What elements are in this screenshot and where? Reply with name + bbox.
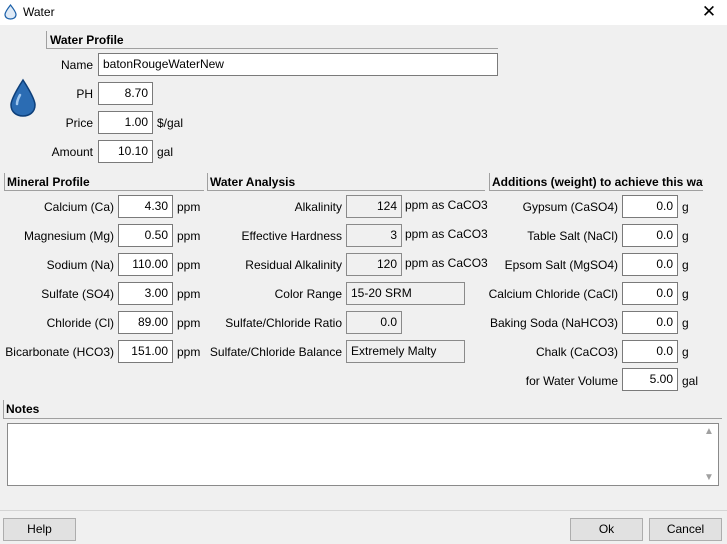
residual-alkalinity-label: Residual Alkalinity <box>245 258 342 272</box>
calcium-unit: ppm <box>177 200 201 214</box>
ph-input[interactable]: 8.70 <box>98 82 153 105</box>
sodium-input[interactable]: 110.00 <box>118 253 173 276</box>
water-drop-icon <box>4 4 17 20</box>
additions-divider <box>489 190 703 191</box>
water-profile-header: Water Profile <box>50 33 124 47</box>
amount-unit: gal <box>157 145 174 159</box>
table-salt-label: Table Salt (NaCl) <box>527 229 618 243</box>
bicarbonate-label: Bicarbonate (HCO3) <box>5 345 114 359</box>
sulfate-chloride-balance-value: Extremely Malty <box>346 340 465 363</box>
epsom-salt-input[interactable]: 0.0 <box>622 253 678 276</box>
alkalinity-label: Alkalinity <box>294 200 342 214</box>
calcium-input[interactable]: 4.30 <box>118 195 173 218</box>
water-volume-unit: gal <box>682 374 699 388</box>
residual-alkalinity-unit: ppm as CaCO3 <box>405 256 488 270</box>
sulfate-label: Sulfate (SO4) <box>41 287 114 301</box>
sulfate-unit: ppm <box>177 287 201 301</box>
scroll-down-icon[interactable]: ▼ <box>704 472 714 483</box>
help-button[interactable]: Help <box>3 518 76 541</box>
title-bar <box>0 0 727 25</box>
chalk-label: Chalk (CaCO3) <box>535 345 618 359</box>
alkalinity-value: 124 <box>346 195 402 218</box>
cancel-button[interactable]: Cancel <box>649 518 722 541</box>
footer-divider <box>0 510 727 511</box>
ok-button[interactable]: Ok <box>570 518 643 541</box>
mineral-profile-header: Mineral Profile <box>7 175 90 189</box>
window-title: Water <box>23 5 55 19</box>
name-label: Name <box>60 58 93 72</box>
effective-hardness-label: Effective Hardness <box>241 229 343 243</box>
sulfate-input[interactable]: 3.00 <box>118 282 173 305</box>
price-label: Price <box>65 116 93 130</box>
gypsum-input[interactable]: 0.0 <box>622 195 678 218</box>
baking-soda-input[interactable]: 0.0 <box>622 311 678 334</box>
gypsum-label: Gypsum (CaSO4) <box>522 200 618 214</box>
water-profile-divider <box>46 48 498 49</box>
price-input[interactable]: 1.00 <box>98 111 153 134</box>
chloride-unit: ppm <box>177 316 201 330</box>
epsom-salt-label: Epsom Salt (MgSO4) <box>504 258 618 272</box>
calcium-chloride-unit: g <box>682 287 689 301</box>
notes-header: Notes <box>6 402 40 416</box>
epsom-salt-unit: g <box>682 258 689 272</box>
baking-soda-label: Baking Soda (NaHCO3) <box>489 316 618 330</box>
name-input[interactable]: batonRougeWaterNew <box>98 53 498 76</box>
chalk-unit: g <box>682 345 689 359</box>
amount-label: Amount <box>51 145 93 159</box>
amount-input[interactable]: 10.10 <box>98 140 153 163</box>
price-unit: $/gal <box>157 116 184 130</box>
chalk-input[interactable]: 0.0 <box>622 340 678 363</box>
ph-label: PH <box>76 87 93 101</box>
alkalinity-unit: ppm as CaCO3 <box>405 198 488 212</box>
sulfate-chloride-balance-label: Sulfate/Chloride Balance <box>209 345 342 359</box>
water-analysis-border <box>207 173 208 190</box>
calcium-chloride-input[interactable]: 0.0 <box>622 282 678 305</box>
bicarbonate-unit: ppm <box>177 345 201 359</box>
notes-textarea[interactable] <box>7 423 719 486</box>
notes-border <box>3 400 4 418</box>
color-range-label: Color Range <box>274 287 342 301</box>
scroll-up-icon[interactable]: ▲ <box>704 426 714 437</box>
water-analysis-header: Water Analysis <box>210 175 296 189</box>
water-drop-large-icon <box>10 78 36 117</box>
residual-alkalinity-value: 120 <box>346 253 402 276</box>
effective-hardness-unit: ppm as CaCO3 <box>405 227 488 241</box>
water-volume-label: for Water Volume <box>525 374 618 388</box>
water-profile-border <box>46 31 47 48</box>
magnesium-label: Magnesium (Mg) <box>23 229 114 243</box>
sulfate-chloride-ratio-value: 0.0 <box>346 311 402 334</box>
sodium-unit: ppm <box>177 258 201 272</box>
mineral-profile-border <box>4 173 5 190</box>
gypsum-unit: g <box>682 200 689 214</box>
bicarbonate-input[interactable]: 151.00 <box>118 340 173 363</box>
baking-soda-unit: g <box>682 316 689 330</box>
water-volume-input[interactable]: 5.00 <box>622 368 678 391</box>
sulfate-chloride-ratio-label: Sulfate/Chloride Ratio <box>225 316 342 330</box>
calcium-label: Calcium (Ca) <box>43 200 114 214</box>
close-button[interactable]: ✕ <box>700 2 718 22</box>
magnesium-input[interactable]: 0.50 <box>118 224 173 247</box>
mineral-profile-divider <box>4 190 204 191</box>
calcium-chloride-label: Calcium Chloride (CaCl) <box>488 287 618 301</box>
chloride-label: Chloride (Cl) <box>46 316 114 330</box>
additions-header: Additions (weight) to achieve this wat <box>492 175 703 189</box>
sodium-label: Sodium (Na) <box>46 258 114 272</box>
color-range-value: 15-20 SRM <box>346 282 465 305</box>
table-salt-input[interactable]: 0.0 <box>622 224 678 247</box>
water-analysis-divider <box>207 190 485 191</box>
magnesium-unit: ppm <box>177 229 201 243</box>
chloride-input[interactable]: 89.00 <box>118 311 173 334</box>
additions-border <box>489 173 490 190</box>
effective-hardness-value: 3 <box>346 224 402 247</box>
notes-divider <box>3 418 722 419</box>
table-salt-unit: g <box>682 229 689 243</box>
